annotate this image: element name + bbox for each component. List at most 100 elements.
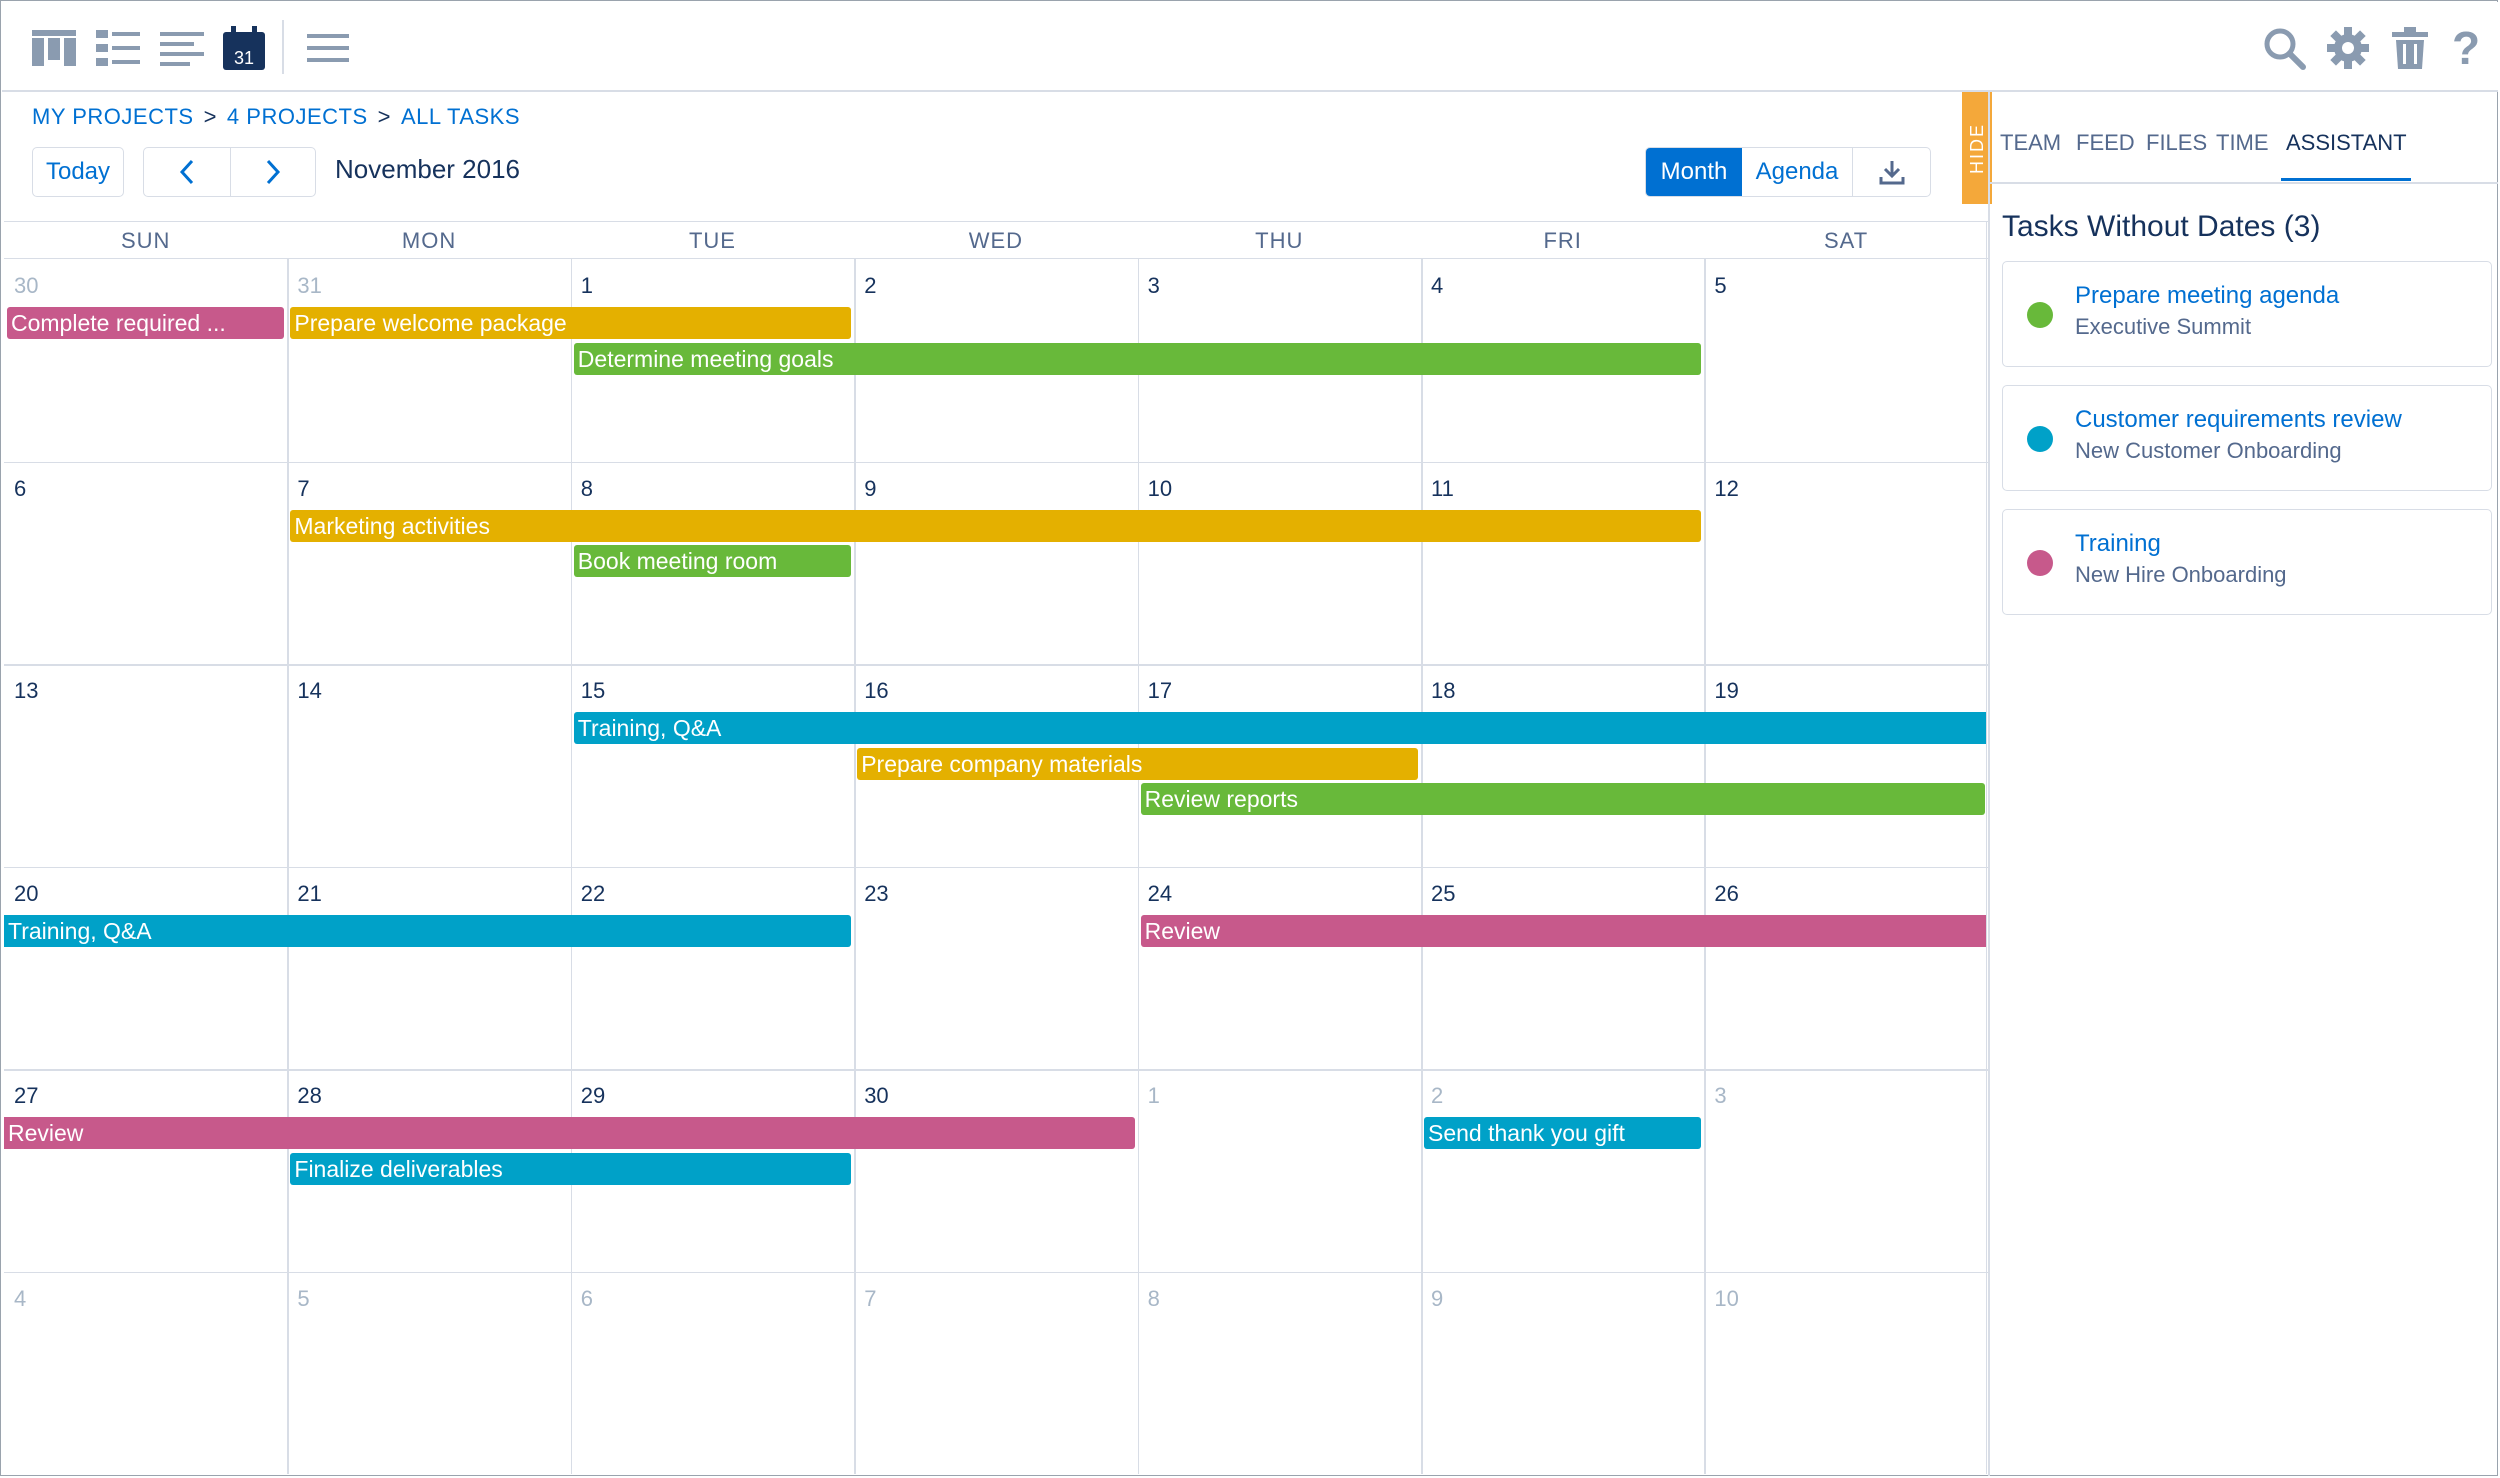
tasks-without-dates-title: Tasks Without Dates (3) — [2002, 210, 2321, 243]
day-number[interactable]: 29 — [581, 1083, 605, 1109]
day-number[interactable]: 13 — [14, 678, 38, 704]
day-number[interactable]: 20 — [14, 881, 38, 907]
breadcrumb-all-tasks[interactable]: ALL TASKS — [401, 104, 520, 129]
day-number[interactable]: 3 — [1148, 273, 1160, 299]
day-number[interactable]: 22 — [581, 881, 605, 907]
grid-row-line — [4, 664, 1988, 666]
day-number[interactable]: 25 — [1431, 881, 1455, 907]
day-number[interactable]: 9 — [864, 476, 876, 502]
weekday-thu: THU — [1255, 228, 1304, 253]
day-number[interactable]: 16 — [864, 678, 888, 704]
calendar-event[interactable]: Send thank you gift — [1424, 1117, 1702, 1149]
day-number[interactable]: 14 — [297, 678, 321, 704]
day-number[interactable]: 8 — [1148, 1286, 1160, 1312]
day-number[interactable]: 24 — [1148, 881, 1172, 907]
day-number[interactable]: 18 — [1431, 678, 1455, 704]
task-name-link[interactable]: Prepare meeting agenda — [2075, 282, 2339, 310]
grid-row-line — [4, 866, 1988, 868]
day-number[interactable]: 5 — [1714, 273, 1726, 299]
day-number[interactable]: 19 — [1714, 678, 1738, 704]
day-number[interactable]: 1 — [581, 273, 593, 299]
active-tab-indicator — [2281, 178, 2411, 181]
day-number[interactable]: 4 — [14, 1286, 26, 1312]
task-name-link[interactable]: Training — [2075, 530, 2161, 558]
day-number[interactable]: 1 — [1148, 1083, 1160, 1109]
day-number[interactable]: 21 — [297, 881, 321, 907]
calendar-event[interactable]: Review reports — [1140, 783, 1985, 815]
day-number[interactable]: 4 — [1431, 273, 1443, 299]
day-number[interactable]: 12 — [1714, 476, 1738, 502]
grid-row-line — [4, 1069, 1988, 1071]
menu-icon[interactable] — [304, 26, 352, 70]
tab-assistant[interactable]: ASSISTANT — [2286, 130, 2407, 156]
day-number[interactable]: 6 — [581, 1286, 593, 1312]
day-number[interactable]: 6 — [14, 476, 26, 502]
day-number[interactable]: 15 — [581, 678, 605, 704]
month-calendar: SUN MON TUE WED THU FRI SAT 30 31 1 2 3 4 5 6 7 8 9 10 11 1… — [4, 221, 1988, 1474]
outline-view-icon[interactable] — [158, 26, 206, 70]
task-card[interactable]: Customer requirements review New Customer… — [2002, 385, 2492, 491]
calendar-event[interactable]: Training, Q&A — [573, 712, 1986, 744]
day-number[interactable]: 27 — [14, 1083, 38, 1109]
calendar-event[interactable]: Review — [4, 1117, 1135, 1149]
task-status-dot — [2027, 550, 2053, 576]
calendar-event[interactable]: Finalize deliverables — [290, 1152, 852, 1185]
day-number[interactable]: 30 — [14, 273, 38, 299]
today-button[interactable]: Today — [32, 147, 124, 197]
day-number[interactable]: 3 — [1714, 1083, 1726, 1109]
task-status-dot — [2027, 302, 2053, 328]
tab-team[interactable]: TEAM — [2000, 130, 2061, 156]
task-card[interactable]: Training New Hire Onboarding — [2002, 509, 2492, 615]
download-button[interactable] — [1853, 148, 1930, 196]
day-number[interactable]: 8 — [581, 476, 593, 502]
day-number[interactable]: 7 — [864, 1286, 876, 1312]
day-number[interactable]: 26 — [1714, 881, 1738, 907]
calendar-event[interactable]: Book meeting room — [573, 545, 852, 577]
tab-feed[interactable]: FEED — [2076, 130, 2135, 156]
board-view-icon[interactable] — [30, 26, 78, 70]
day-number[interactable]: 2 — [1431, 1083, 1443, 1109]
breadcrumb-separator: > — [377, 104, 391, 129]
day-number[interactable]: 5 — [297, 1286, 309, 1312]
search-icon[interactable] — [2260, 26, 2308, 70]
breadcrumb-my-projects[interactable]: MY PROJECTS — [32, 104, 194, 129]
calendar-event[interactable]: Complete required ... — [7, 307, 285, 339]
list-view-icon[interactable] — [94, 26, 142, 70]
next-month-button[interactable] — [231, 148, 315, 196]
day-number[interactable]: 31 — [297, 273, 321, 299]
calendar-event[interactable]: Determine meeting goals — [573, 342, 1702, 375]
day-number[interactable]: 23 — [864, 881, 888, 907]
weekday-fri: FRI — [1543, 228, 1582, 253]
calendar-event[interactable]: Review — [1140, 914, 1986, 947]
task-card[interactable]: Prepare meeting agenda Executive Summit — [2002, 261, 2492, 367]
day-number[interactable]: 30 — [864, 1083, 888, 1109]
calendar-view-icon[interactable]: 31 — [220, 26, 268, 70]
weekday-tue: TUE — [688, 228, 736, 253]
download-icon — [1879, 161, 1904, 185]
day-number[interactable]: 10 — [1714, 1286, 1738, 1312]
trash-icon[interactable] — [2386, 26, 2434, 70]
day-number[interactable]: 2 — [864, 273, 876, 299]
day-number[interactable]: 10 — [1148, 476, 1172, 502]
calendar-event[interactable]: Prepare welcome package — [290, 307, 852, 339]
calendar-event[interactable]: Marketing activities — [290, 509, 1702, 542]
help-icon[interactable]: ? — [2442, 22, 2490, 74]
day-number[interactable]: 17 — [1148, 678, 1172, 704]
agenda-view-button[interactable]: Agenda — [1742, 148, 1853, 196]
month-view-button[interactable]: Month — [1646, 148, 1742, 196]
gear-icon[interactable] — [2324, 26, 2372, 70]
view-switcher: Month Agenda — [1645, 147, 1931, 197]
day-number[interactable]: 28 — [297, 1083, 321, 1109]
weekday-wed: WED — [968, 228, 1024, 253]
breadcrumb-4-projects[interactable]: 4 PROJECTS — [227, 104, 368, 129]
day-number[interactable]: 11 — [1431, 476, 1454, 502]
breadcrumb-separator: > — [203, 104, 217, 129]
day-number[interactable]: 7 — [297, 476, 309, 502]
tab-time[interactable]: TIME — [2216, 130, 2269, 156]
calendar-event[interactable]: Training, Q&A — [4, 914, 852, 947]
prev-month-button[interactable] — [144, 148, 231, 196]
calendar-event[interactable]: Prepare company materials — [857, 747, 1418, 780]
task-name-link[interactable]: Customer requirements review — [2075, 406, 2402, 434]
tab-files[interactable]: FILES — [2146, 130, 2207, 156]
day-number[interactable]: 9 — [1431, 1286, 1443, 1312]
